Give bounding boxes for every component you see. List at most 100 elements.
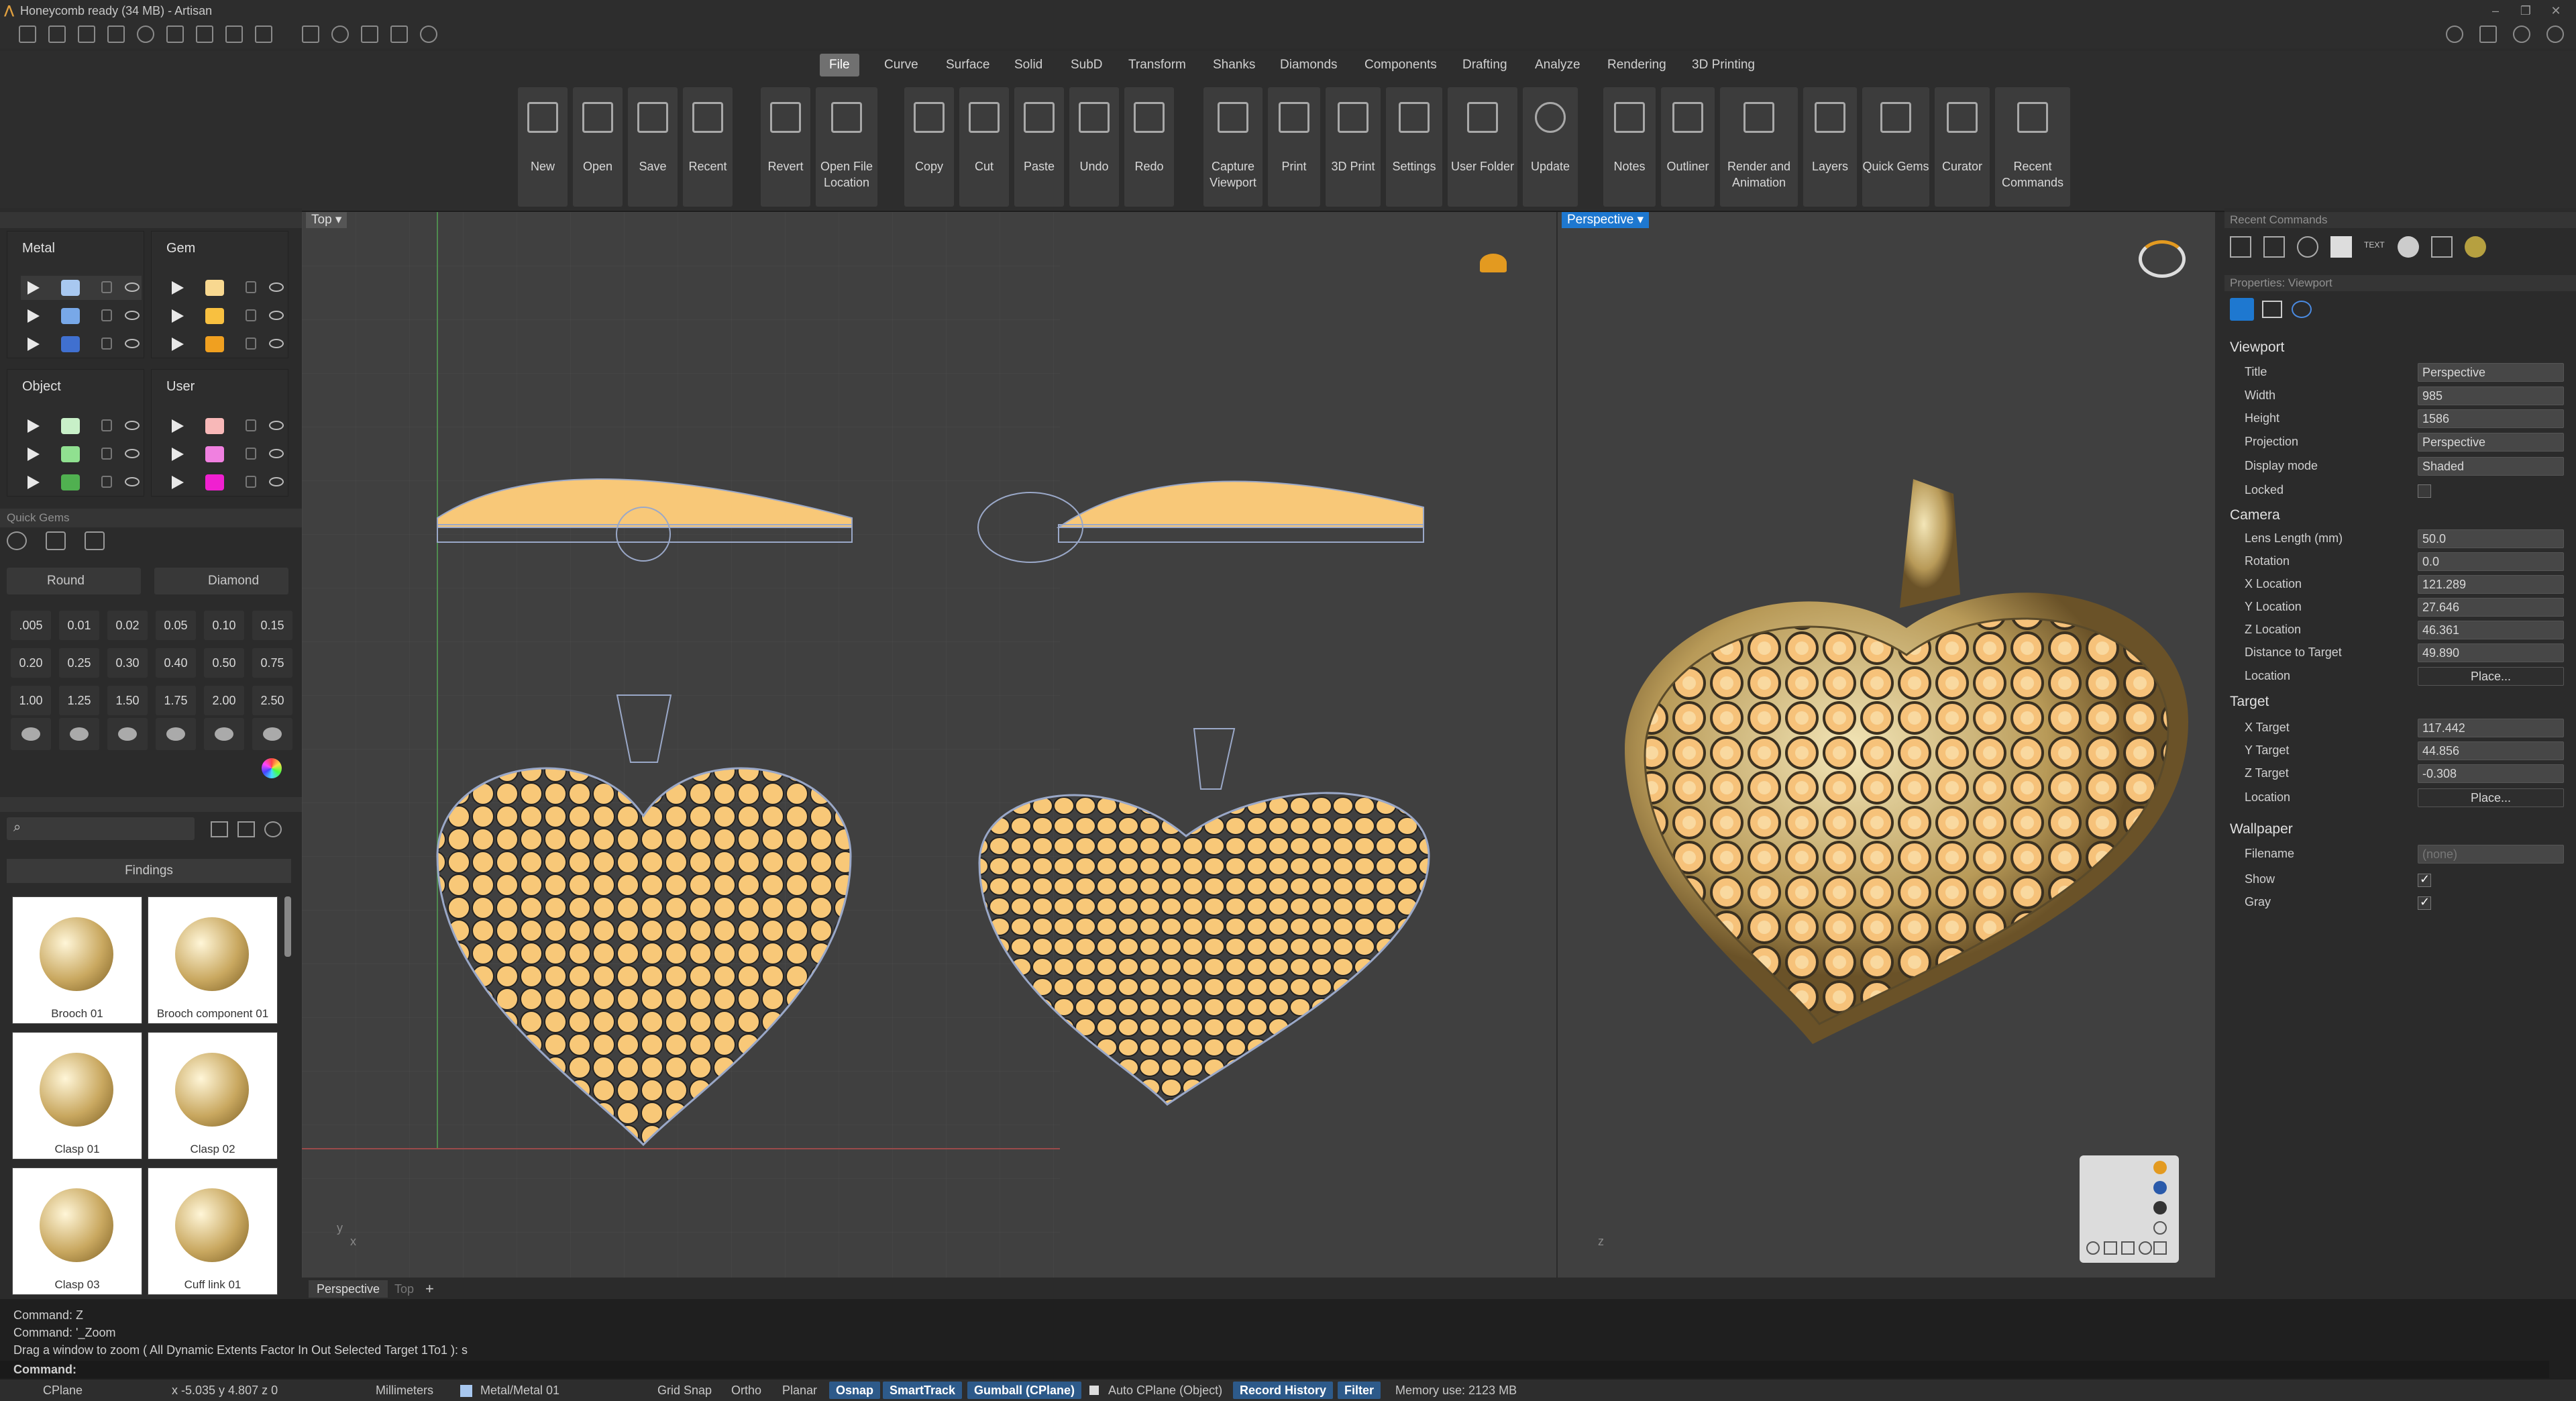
gem-cut-icon[interactable] [59, 718, 99, 750]
finding-item[interactable]: Brooch 01 [12, 896, 142, 1024]
gem-size-button[interactable]: 0.40 [156, 648, 196, 678]
sphere-command-icon[interactable] [2398, 236, 2419, 258]
findings-scrollbar[interactable] [284, 896, 291, 957]
lock-icon[interactable] [101, 419, 112, 431]
x-location-field[interactable]: 121.289 [2418, 575, 2564, 594]
tab-analyze[interactable]: Analyze [1525, 54, 1590, 76]
show-checkbox[interactable] [2418, 872, 2431, 887]
layer-row[interactable] [21, 414, 142, 438]
layer-color-swatch[interactable] [205, 446, 224, 462]
grid-snap-toggle[interactable]: Grid Snap [657, 1380, 712, 1401]
lock-icon[interactable] [101, 476, 112, 488]
gem-size-button[interactable]: 0.25 [59, 648, 99, 678]
curve-tool-icon[interactable] [302, 25, 319, 43]
gem-size-button[interactable]: 1.50 [107, 686, 148, 715]
viewport-props-icon[interactable] [2230, 298, 2254, 321]
finding-item[interactable]: Cuff link 01 [148, 1168, 278, 1295]
layer-row[interactable] [21, 304, 142, 328]
z-location-field[interactable]: 46.361 [2418, 621, 2564, 639]
gem-size-button[interactable]: 2.00 [204, 686, 244, 715]
capture-viewport-button[interactable]: Capture Viewport [1203, 87, 1263, 207]
gem-type-dropdown[interactable]: Diamond [154, 568, 288, 594]
ring-view-icon[interactable] [2139, 240, 2186, 278]
gumball-icon[interactable] [1480, 254, 1507, 272]
gem-cut-icon[interactable] [204, 718, 244, 750]
lock-icon[interactable] [246, 476, 256, 488]
tab-components[interactable]: Components [1355, 54, 1446, 76]
zoom-extents-icon[interactable] [2139, 1241, 2152, 1255]
add-tab-icon[interactable]: + [425, 1280, 434, 1298]
width-field[interactable]: 985 [2418, 386, 2564, 405]
status-units[interactable]: Millimeters [376, 1380, 433, 1401]
curator-button[interactable]: Curator [1935, 87, 1990, 207]
rotation-field[interactable]: 0.0 [2418, 552, 2564, 571]
gem-size-button[interactable]: 0.50 [204, 648, 244, 678]
color-wheel-icon[interactable] [262, 758, 282, 778]
eye-icon[interactable] [269, 421, 284, 430]
lens-length-field[interactable]: 50.0 [2418, 529, 2564, 548]
play-icon[interactable] [28, 448, 40, 461]
eye-icon[interactable] [269, 311, 284, 320]
layer-color-swatch[interactable] [61, 446, 80, 462]
filter-toggle[interactable]: Filter [1338, 1382, 1381, 1399]
save-as-icon[interactable] [225, 25, 243, 43]
paste-button[interactable]: Paste [1014, 87, 1064, 207]
navigation-widget[interactable] [2080, 1155, 2179, 1263]
curve-command-icon[interactable] [2230, 236, 2251, 258]
undo-view-icon[interactable] [2086, 1241, 2100, 1255]
locked-checkbox[interactable] [2418, 484, 2431, 498]
play-icon[interactable] [28, 476, 40, 489]
info-icon[interactable] [2446, 25, 2463, 43]
eye-icon[interactable] [269, 339, 284, 348]
notes-button[interactable]: Notes [1603, 87, 1656, 207]
tab-curve[interactable]: Curve [875, 54, 928, 76]
tab-transform[interactable]: Transform [1119, 54, 1195, 76]
play-icon[interactable] [28, 281, 40, 295]
layer-row[interactable] [165, 332, 286, 356]
command-input[interactable]: Command: [0, 1361, 2549, 1378]
y-location-field[interactable]: 27.646 [2418, 598, 2564, 617]
finding-item[interactable]: Brooch component 01 [148, 896, 278, 1024]
open-file-location-button[interactable]: Open File Location [816, 87, 877, 207]
help-icon[interactable] [2513, 25, 2530, 43]
settings-button[interactable]: Settings [1386, 87, 1442, 207]
eye-icon[interactable] [125, 339, 140, 348]
eye-icon[interactable] [125, 282, 140, 292]
x-target-field[interactable]: 117.442 [2418, 719, 2564, 737]
3d-print-button[interactable]: 3D Print [1326, 87, 1381, 207]
display-mode-dropdown[interactable]: Shaded [2418, 457, 2564, 476]
layer-color-swatch[interactable] [205, 474, 224, 490]
tab-subd[interactable]: SubD [1061, 54, 1112, 76]
layer-color-swatch[interactable] [205, 280, 224, 296]
y-target-field[interactable]: 44.856 [2418, 741, 2564, 760]
planar-toggle[interactable]: Planar [782, 1380, 817, 1401]
gray-checkbox[interactable] [2418, 895, 2431, 910]
save-icon[interactable] [196, 25, 213, 43]
play-icon[interactable] [172, 281, 184, 295]
filename-field[interactable]: (none) [2418, 845, 2564, 864]
layer-row[interactable] [21, 332, 142, 356]
open-button[interactable]: Open [573, 87, 623, 207]
folder-icon[interactable] [237, 821, 255, 837]
layer-color-swatch[interactable] [61, 474, 80, 490]
arc-command-icon[interactable] [2297, 236, 2318, 258]
status-cplane[interactable]: CPlane [43, 1380, 83, 1401]
layer-color-swatch[interactable] [61, 418, 80, 434]
view-icon[interactable] [2153, 1221, 2167, 1235]
account-icon[interactable] [2546, 25, 2564, 43]
import-icon[interactable] [166, 25, 184, 43]
outliner-button[interactable]: Outliner [1661, 87, 1715, 207]
autocplane-checkbox[interactable] [1089, 1386, 1099, 1395]
restore-icon[interactable]: ❐ [2512, 0, 2539, 21]
tab-diamonds[interactable]: Diamonds [1271, 54, 1347, 76]
gem-size-button[interactable]: 0.75 [252, 648, 292, 678]
measure-tool-icon[interactable] [390, 25, 408, 43]
projection-dropdown[interactable]: Perspective [2418, 433, 2564, 452]
save-button[interactable]: Save [628, 87, 678, 207]
layer-row[interactable] [165, 304, 286, 328]
gem-size-button[interactable]: 2.50 [252, 686, 292, 715]
update-button[interactable]: Update [1523, 87, 1578, 207]
layer-row[interactable] [165, 442, 286, 466]
gem-size-button[interactable]: 0.20 [11, 648, 51, 678]
text-command-icon[interactable]: TEXT [2364, 240, 2385, 250]
